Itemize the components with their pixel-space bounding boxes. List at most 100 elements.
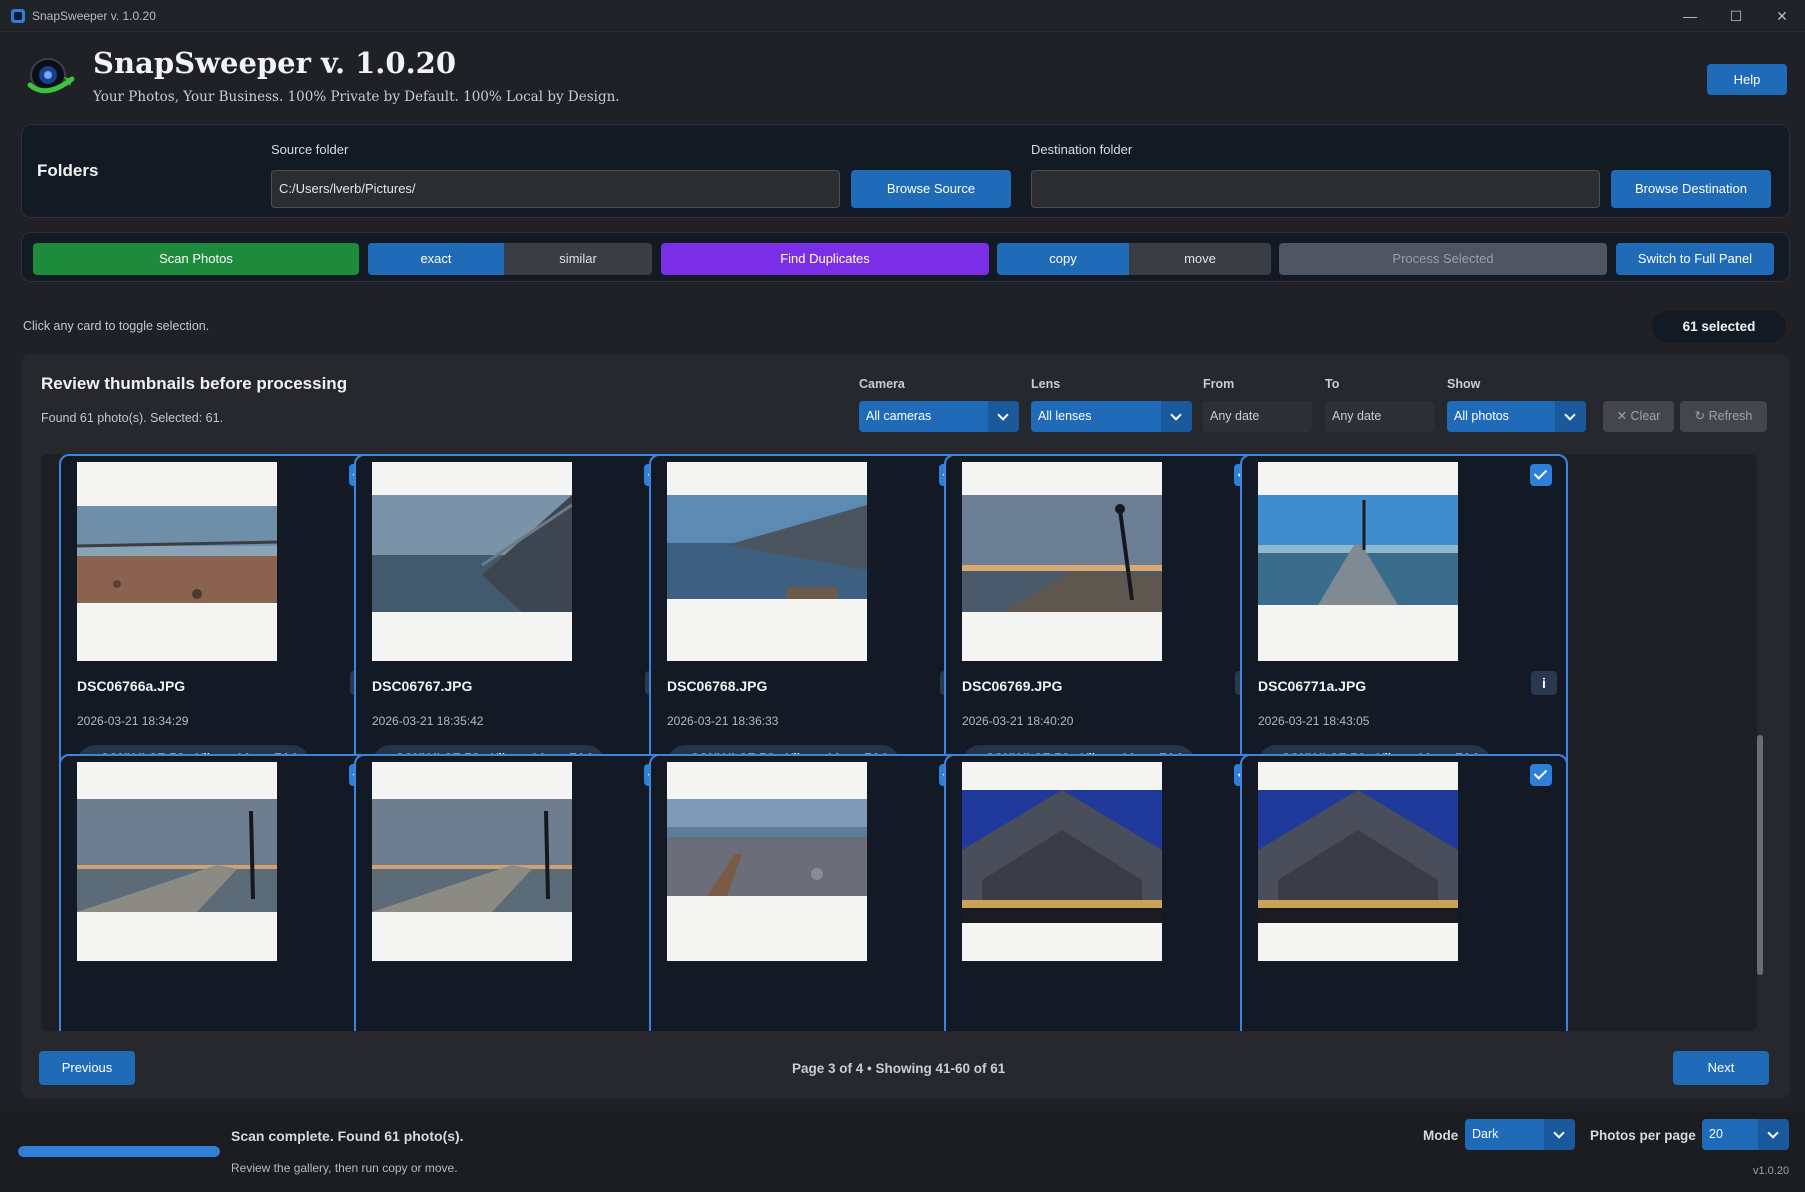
to-date-label: To — [1325, 377, 1340, 391]
lens-filter-select[interactable]: All lenses — [1031, 401, 1192, 432]
app-title: SnapSweeper v. 1.0.20 — [93, 46, 457, 80]
tagline: Your Photos, Your Business. 100% Private… — [93, 89, 620, 105]
photo-image — [1258, 495, 1458, 605]
photo-thumbnail[interactable] — [962, 462, 1162, 661]
photos-per-page-select[interactable]: 20 — [1702, 1119, 1789, 1150]
action-mode-toggle[interactable]: copy move — [997, 243, 1271, 275]
photo-card[interactable]: DSC06767.JPGi2026-03-21 18:35:42SONY ILC… — [354, 454, 682, 789]
photo-thumbnail[interactable] — [372, 462, 572, 661]
logo-icon — [27, 58, 75, 94]
select-checkbox[interactable] — [1530, 464, 1552, 486]
version-label: v1.0.20 — [1753, 1165, 1790, 1177]
photo-filename: DSC06771a.JPG — [1258, 678, 1367, 694]
photo-filename: DSC06769.JPG — [962, 678, 1063, 694]
camera-filter-value: All cameras — [866, 409, 932, 423]
chevron-down-icon — [1758, 1119, 1789, 1150]
photo-timestamp: 2026-03-21 18:35:42 — [372, 714, 484, 728]
destination-folder-input[interactable] — [1031, 170, 1600, 208]
selected-count-badge: 61 selected — [1652, 311, 1786, 343]
match-exact-option[interactable]: exact — [368, 243, 504, 275]
show-filter-select[interactable]: All photos — [1447, 401, 1586, 432]
help-button[interactable]: Help — [1707, 64, 1787, 95]
photo-thumbnail[interactable] — [667, 462, 867, 661]
action-move-option[interactable]: move — [1129, 243, 1271, 275]
photo-thumbnail[interactable] — [962, 762, 1162, 961]
refresh-button[interactable]: ↻ Refresh — [1680, 401, 1767, 432]
info-icon[interactable]: i — [1531, 671, 1557, 695]
show-filter-value: All photos — [1454, 409, 1509, 423]
source-folder-input[interactable]: C:/Users/lverb/Pictures/ — [271, 170, 840, 208]
photo-card[interactable] — [59, 754, 387, 1031]
chevron-down-icon — [1544, 1119, 1575, 1150]
match-similar-option[interactable]: similar — [504, 243, 652, 275]
photo-timestamp: 2026-03-21 18:43:05 — [1258, 714, 1370, 728]
thumbnail-gallery[interactable]: DSC06766a.JPGi2026-03-21 18:34:29SONY IL… — [41, 454, 1757, 1031]
page-info: Page 3 of 4 • Showing 41-60 of 61 — [792, 1061, 1006, 1076]
maximize-icon[interactable]: ☐ — [1716, 4, 1756, 28]
photo-card[interactable]: DSC06771a.JPGi2026-03-21 18:43:05SONY IL… — [1240, 454, 1568, 789]
lens-filter-label: Lens — [1031, 377, 1061, 391]
photo-filename: DSC06768.JPG — [667, 678, 768, 694]
minimize-icon[interactable]: — — [1670, 4, 1710, 28]
photo-card[interactable]: DSC06769.JPGi2026-03-21 18:40:20SONY ILC… — [944, 454, 1272, 789]
window-titlebar: SnapSweeper v. 1.0.20 — ☐ ✕ — [0, 0, 1805, 32]
photo-thumbnail[interactable] — [372, 762, 572, 961]
scan-progress-bar — [18, 1146, 220, 1157]
photo-image — [372, 799, 572, 912]
lens-filter-value: All lenses — [1038, 409, 1092, 423]
scan-progress-fill — [18, 1146, 220, 1157]
close-icon[interactable]: ✕ — [1762, 4, 1802, 28]
photo-card[interactable] — [649, 754, 977, 1031]
scan-photos-button[interactable]: Scan Photos — [33, 243, 359, 275]
to-date-input[interactable]: Any date — [1325, 401, 1434, 432]
photo-card[interactable] — [944, 754, 1272, 1031]
chevron-down-icon — [988, 401, 1019, 432]
photo-image — [372, 495, 572, 612]
mode-label: Mode — [1423, 1128, 1459, 1143]
photo-card[interactable] — [354, 754, 682, 1031]
photo-thumbnail[interactable] — [77, 462, 277, 661]
photo-thumbnail[interactable] — [1258, 462, 1458, 661]
mode-value: Dark — [1472, 1127, 1499, 1141]
browse-destination-button[interactable]: Browse Destination — [1611, 170, 1771, 208]
gallery-scrollbar[interactable] — [1757, 735, 1763, 975]
photo-image — [962, 790, 1162, 923]
photo-image — [1258, 790, 1458, 923]
photos-per-page-value: 20 — [1709, 1127, 1723, 1141]
app-icon — [11, 9, 25, 23]
photo-image — [667, 495, 867, 599]
photo-card[interactable]: DSC06766a.JPGi2026-03-21 18:34:29SONY IL… — [59, 454, 387, 789]
photo-image — [77, 506, 277, 603]
photo-filename: DSC06766a.JPG — [77, 678, 186, 694]
photo-thumbnail[interactable] — [77, 762, 277, 961]
selection-hint: Click any card to toggle selection. — [23, 319, 210, 333]
photo-image — [667, 799, 867, 896]
photos-per-page-label: Photos per page — [1590, 1128, 1696, 1143]
match-mode-toggle[interactable]: exact similar — [368, 243, 652, 275]
next-page-button[interactable]: Next — [1673, 1051, 1769, 1085]
from-date-input[interactable]: Any date — [1203, 401, 1312, 432]
switch-full-panel-button[interactable]: Switch to Full Panel — [1616, 243, 1774, 275]
camera-filter-select[interactable]: All cameras — [859, 401, 1019, 432]
action-copy-option[interactable]: copy — [997, 243, 1129, 275]
photo-filename: DSC06767.JPG — [372, 678, 473, 694]
show-filter-label: Show — [1447, 377, 1481, 391]
clear-filters-button[interactable]: ✕ Clear — [1603, 401, 1674, 432]
folders-title: Folders — [37, 161, 99, 180]
photo-timestamp: 2026-03-21 18:40:20 — [962, 714, 1074, 728]
status-submessage: Review the gallery, then run copy or mov… — [231, 1161, 458, 1175]
photo-thumbnail[interactable] — [1258, 762, 1458, 961]
select-checkbox[interactable] — [1530, 764, 1552, 786]
process-selected-button[interactable]: Process Selected — [1279, 243, 1607, 275]
photo-timestamp: 2026-03-21 18:36:33 — [667, 714, 779, 728]
photo-thumbnail[interactable] — [667, 762, 867, 961]
photo-card[interactable]: DSC06768.JPGi2026-03-21 18:36:33SONY ILC… — [649, 454, 977, 789]
camera-filter-label: Camera — [859, 377, 905, 391]
browse-source-button[interactable]: Browse Source — [851, 170, 1011, 208]
review-found-text: Found 61 photo(s). Selected: 61. — [41, 411, 224, 425]
mode-select[interactable]: Dark — [1465, 1119, 1575, 1150]
find-duplicates-button[interactable]: Find Duplicates — [661, 243, 989, 275]
previous-page-button[interactable]: Previous — [39, 1051, 135, 1085]
from-date-label: From — [1203, 377, 1235, 391]
photo-card[interactable] — [1240, 754, 1568, 1031]
